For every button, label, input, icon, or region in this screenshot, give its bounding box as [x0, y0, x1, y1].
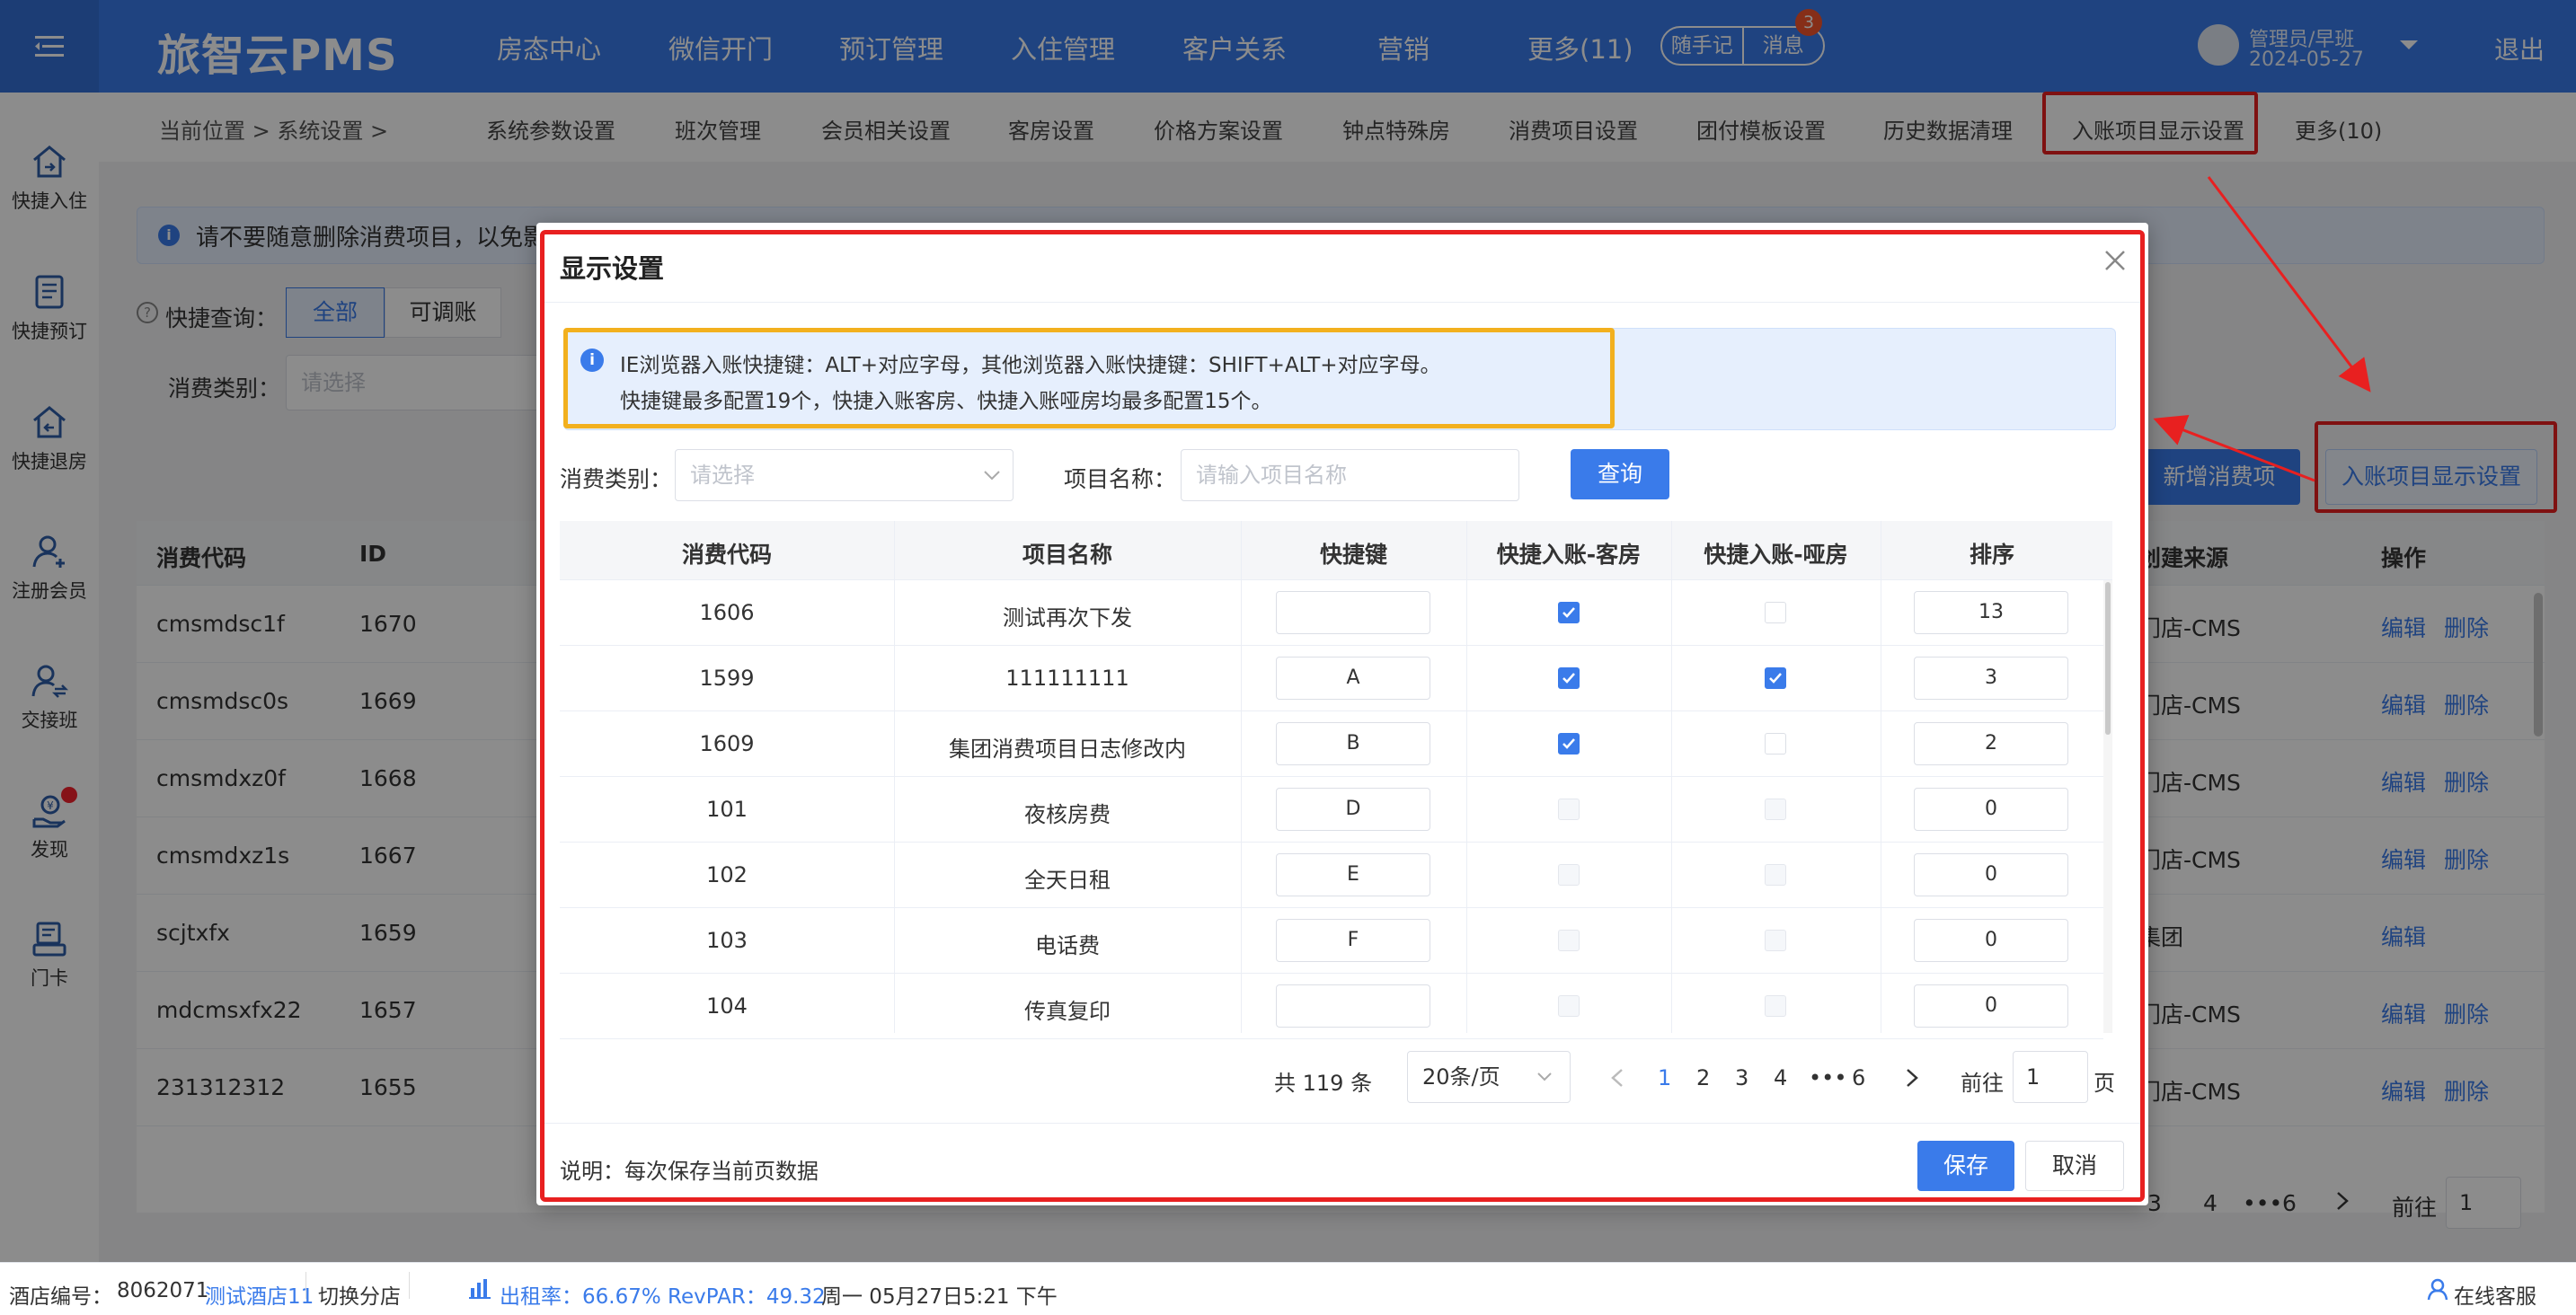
- divider: [305, 1272, 306, 1299]
- highlight-box-dialog: [540, 230, 2145, 1202]
- switch-branch-link[interactable]: 切换分店: [318, 1279, 401, 1310]
- current-datetime: 周一 05月27日5:21 下午: [821, 1285, 1058, 1309]
- divider: [409, 1272, 410, 1299]
- occupancy-revpar: 出租率：66.67% RevPAR：49.32: [500, 1285, 826, 1309]
- online-service-link[interactable]: 在线客服: [2454, 1279, 2536, 1310]
- bar-chart-icon: [469, 1277, 492, 1299]
- hotel-name-link[interactable]: 测试酒店11: [205, 1279, 314, 1310]
- customer-service-icon: [2426, 1277, 2449, 1301]
- hotel-no-label: 酒店编号：: [9, 1285, 112, 1309]
- hotel-no: 8062071: [117, 1279, 209, 1302]
